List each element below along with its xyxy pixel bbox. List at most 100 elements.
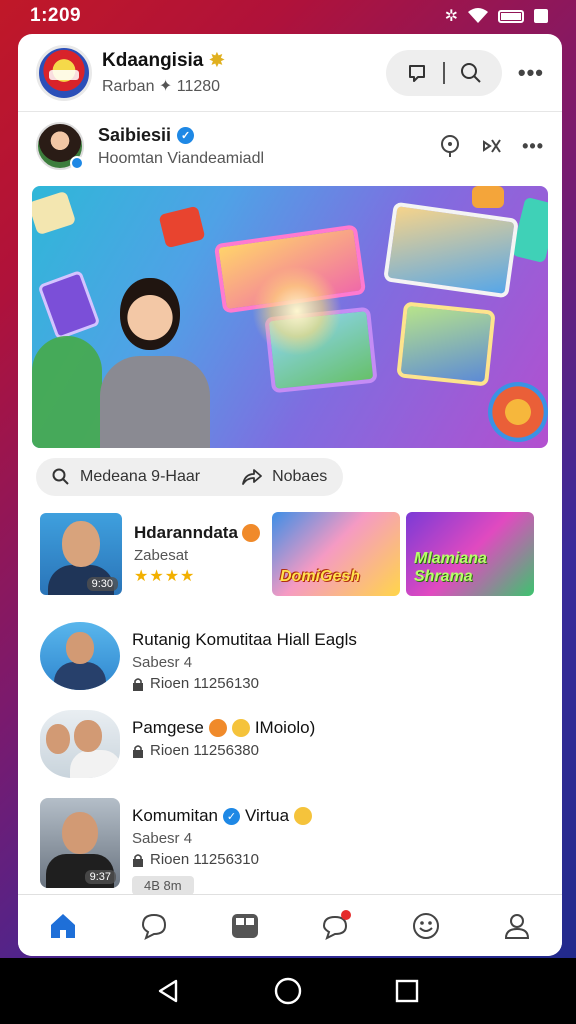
- post-author-block: Saibiesii ✓ Hoomtan Viandeamiadl: [98, 125, 438, 168]
- wifi-icon: [468, 8, 488, 23]
- nav-home[interactable]: [43, 906, 83, 946]
- nav-messages[interactable]: [315, 906, 355, 946]
- app-window: Kdaangisia ✸ Rarban ✦ 11280 ••• Saibiesi…: [18, 34, 562, 956]
- list-item-title: Komumitan ✓ Virtua: [132, 806, 544, 826]
- author-avatar[interactable]: [36, 122, 84, 170]
- mute-icon[interactable]: [480, 134, 504, 158]
- recents-icon[interactable]: [394, 978, 420, 1004]
- sparkle-icon: ✸: [209, 50, 225, 70]
- list-item-meta-text: Rioen 11256380: [150, 742, 259, 759]
- status-icons: ✲: [445, 6, 548, 26]
- emoji-icon: [412, 912, 439, 939]
- recommended-thumbnail[interactable]: 9:30: [40, 513, 122, 595]
- search-icon[interactable]: [52, 468, 70, 486]
- app-titles: Kdaangisia ✸ Rarban ✦ 11280: [102, 50, 386, 96]
- header-more-icon[interactable]: •••: [518, 60, 544, 86]
- list-item-title-text: Komumitan: [132, 806, 218, 825]
- share-right-label[interactable]: Nobaes: [272, 468, 327, 486]
- post-banner-image[interactable]: [32, 186, 548, 448]
- app-title-text: Kdaangisia: [102, 49, 204, 71]
- pin-icon[interactable]: [438, 134, 462, 158]
- share-row: Medeana 9-Haar Nobaes: [36, 458, 544, 496]
- list-item-meta-text: Rioen 11256130: [150, 675, 259, 692]
- pill-divider: [442, 61, 445, 84]
- recommended-info[interactable]: Hdaranndata Zabesat ★★★★: [134, 523, 266, 586]
- lock-icon: [133, 744, 143, 758]
- post-author-name: Saibiesii: [98, 124, 172, 145]
- home-icon: [51, 913, 76, 938]
- post-more-icon[interactable]: •••: [522, 136, 544, 157]
- rating-stars: ★★★★: [134, 567, 196, 585]
- video-duration: 9:30: [86, 577, 118, 591]
- share-pill: Medeana 9-Haar Nobaes: [36, 458, 344, 496]
- list-item-info: Pamgese IMoiolo) Rioen 11256380: [132, 710, 544, 759]
- banner-deco: [32, 190, 77, 236]
- list-item-title-text: Pamgese: [132, 718, 204, 737]
- share-icon[interactable]: [242, 468, 262, 486]
- recommended-card-title: Mlamiana Shrama: [414, 550, 487, 585]
- list-item-thumbnail: [40, 622, 120, 690]
- banner-person: [92, 278, 222, 448]
- list-item-thumbnail: 9:37: [40, 798, 120, 888]
- app-subtitle: Rarban ✦ 11280: [102, 77, 221, 95]
- recommended-title: Hdaranndata: [134, 523, 266, 543]
- verified-icon: ✓: [222, 807, 240, 825]
- list-item-subtitle: Sabesr 4: [132, 830, 193, 847]
- video-duration: 9:37: [84, 870, 116, 884]
- header-action-pill: [385, 49, 502, 96]
- nav-profile[interactable]: [497, 906, 537, 946]
- community-list: Rutanig Komutitaa Hiall Eagls Sabesr 4 R…: [18, 622, 562, 898]
- recommended-card[interactable]: DomiGesh: [272, 512, 400, 596]
- list-item-info: Rutanig Komutitaa Hiall Eagls Sabesr 4 R…: [132, 622, 544, 692]
- home-circle-icon[interactable]: [274, 977, 302, 1005]
- list-item-meta: Rioen 11256130: [132, 675, 544, 692]
- chat-bubble-icon[interactable]: [406, 62, 428, 84]
- emoji-icon: [294, 807, 313, 825]
- emoji-icon: [231, 719, 250, 737]
- data-icon: [534, 9, 548, 23]
- recommended-title-text: Hdaranndata: [134, 522, 238, 542]
- post-subtitle: Hoomtan Viandeamiadl: [98, 149, 265, 167]
- list-item-thumbnail: [40, 710, 120, 778]
- verified-icon: ✓: [177, 126, 195, 144]
- nav-emoji[interactable]: [406, 906, 446, 946]
- feed-icon: [231, 913, 258, 938]
- recommended-card[interactable]: Mlamiana Shrama: [406, 512, 534, 596]
- status-time: 1:209: [30, 5, 82, 26]
- list-item[interactable]: Rutanig Komutitaa Hiall Eagls Sabesr 4 R…: [18, 622, 562, 710]
- banner-deco: [488, 382, 548, 442]
- emoji-icon: [208, 719, 227, 737]
- chat-icon: [141, 913, 166, 940]
- online-badge: [70, 156, 84, 170]
- list-item-subtitle: Sabesr 4: [132, 654, 193, 671]
- emoji-icon: [241, 523, 260, 542]
- search-icon[interactable]: [460, 62, 482, 84]
- battery-icon: [498, 9, 524, 23]
- list-item-title-suffix: IMoiolo): [254, 718, 316, 737]
- list-item-title: Pamgese IMoiolo): [132, 718, 544, 738]
- app-logo[interactable]: [36, 44, 92, 101]
- app-header: Kdaangisia ✸ Rarban ✦ 11280 •••: [18, 34, 562, 112]
- post-actions: •••: [438, 134, 544, 158]
- share-left-label[interactable]: Medeana 9-Haar: [80, 468, 200, 486]
- profile-icon: [504, 913, 529, 939]
- recommended-card-title: DomiGesh: [280, 568, 361, 585]
- back-icon[interactable]: [156, 978, 182, 1004]
- list-item[interactable]: 9:37 Komumitan ✓ Virtua Sabesr 4 Rioen 1…: [18, 798, 562, 898]
- lock-icon: [133, 853, 143, 867]
- list-item-title-suffix: Virtua: [244, 806, 290, 825]
- banner-photo-frame: [383, 201, 519, 299]
- banner-deco: [472, 186, 504, 208]
- nav-chat[interactable]: [134, 906, 174, 946]
- post-author[interactable]: Saibiesii ✓: [98, 125, 438, 146]
- list-item-tag[interactable]: 4B 8m: [132, 876, 194, 895]
- lock-icon: [133, 677, 143, 691]
- bluetooth-icon: ✲: [444, 8, 458, 25]
- recommended-row: 9:30 Hdaranndata Zabesat ★★★★ DomiGesh M…: [40, 512, 548, 596]
- list-item[interactable]: Pamgese IMoiolo) Rioen 11256380: [18, 710, 562, 798]
- post-header: Saibiesii ✓ Hoomtan Viandeamiadl •••: [18, 112, 562, 180]
- status-bar: 1:209 ✲: [0, 0, 576, 32]
- app-title: Kdaangisia ✸: [102, 50, 386, 72]
- banner-photo-frame: [396, 301, 496, 387]
- nav-feed[interactable]: [225, 906, 265, 946]
